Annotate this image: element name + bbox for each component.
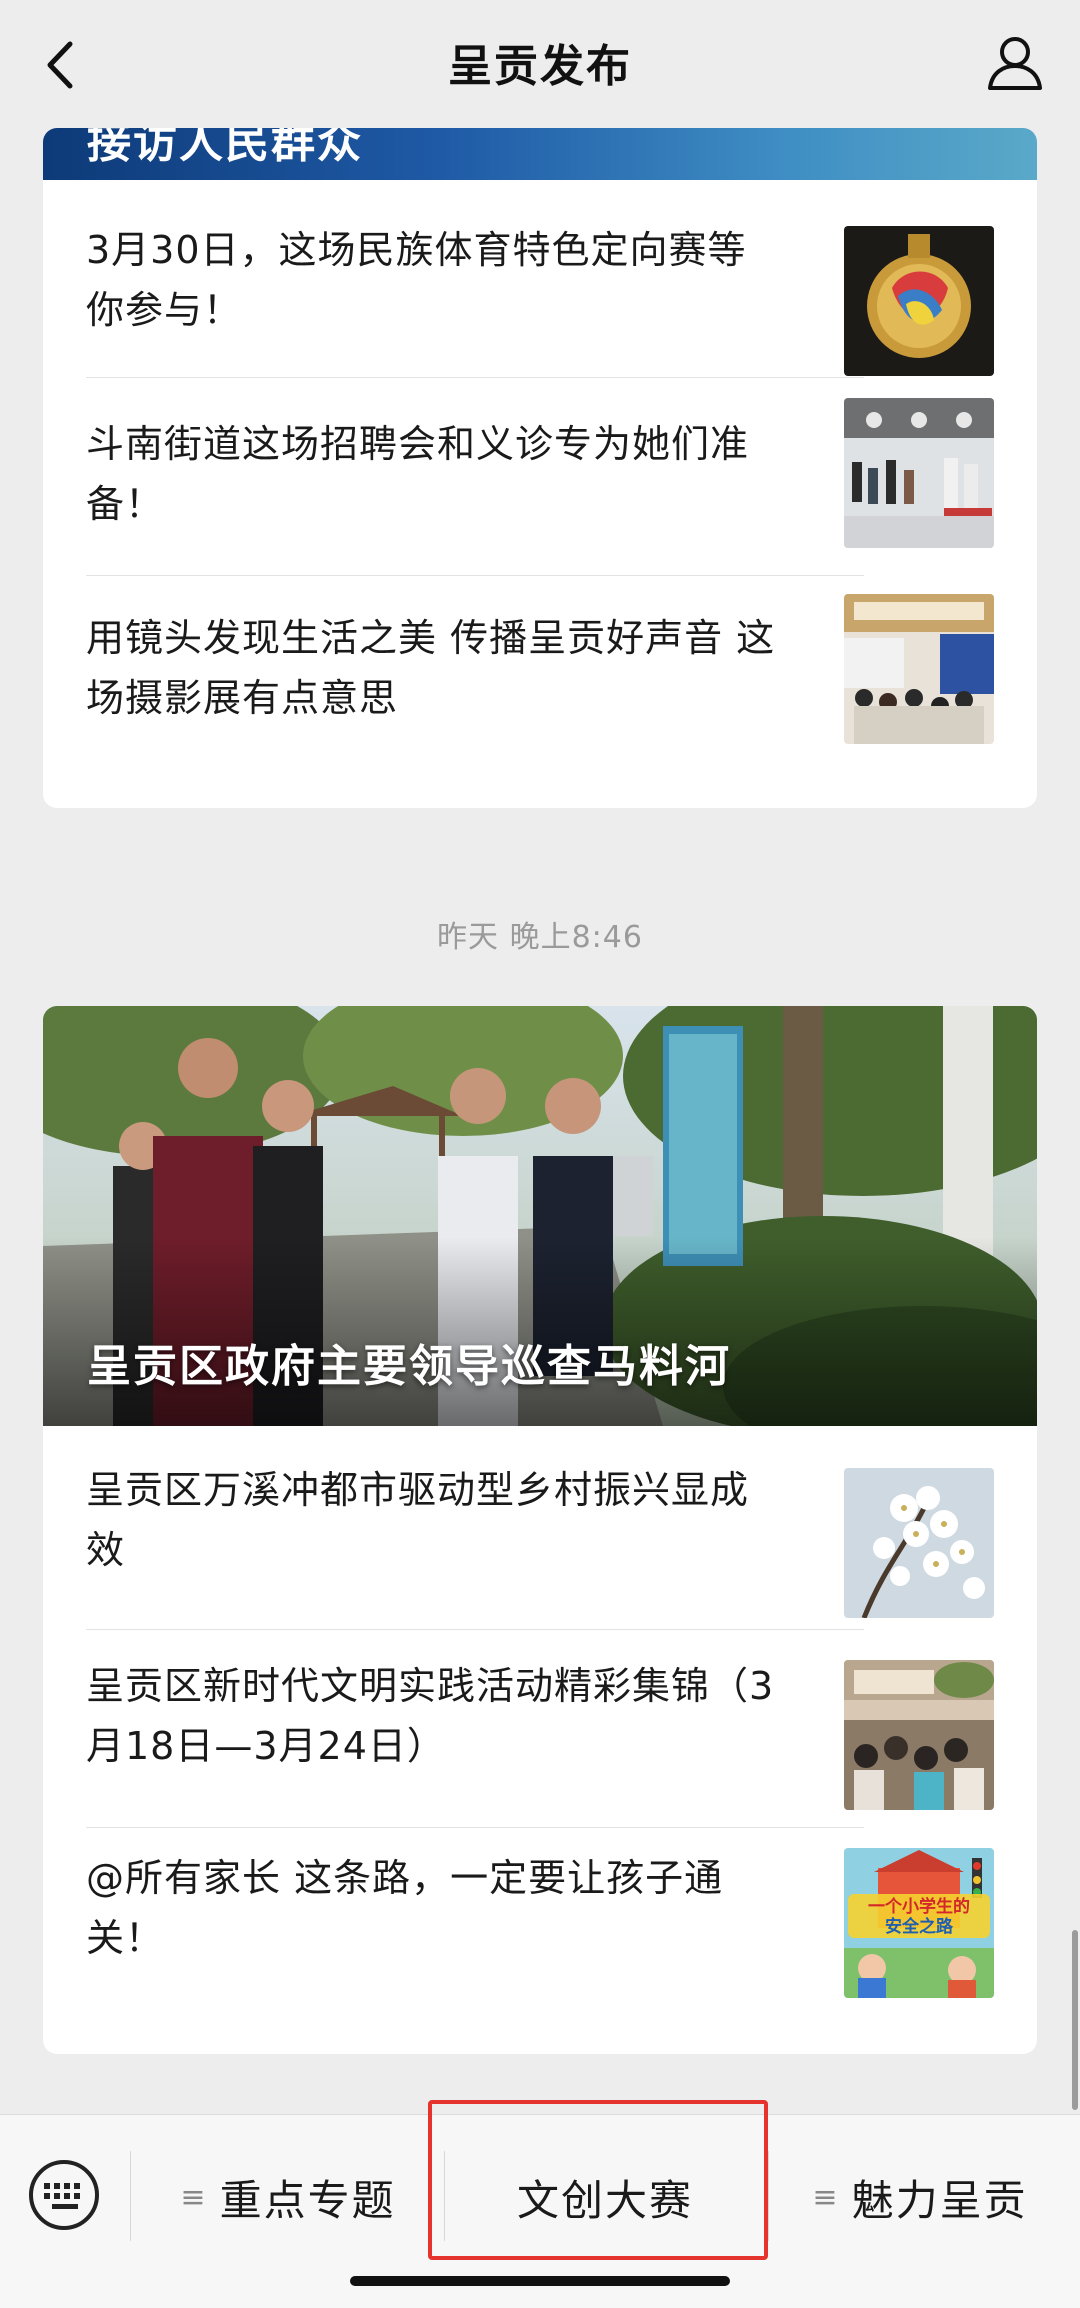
article-title: @所有家长 这条路，一定要让孩子通 关！ [86,1856,724,1960]
cover-banner[interactable]: 接访人民群众 [43,128,1037,180]
menu-lines-icon: ≡ [180,2179,206,2215]
svg-text:安全之路: 安全之路 [885,1916,954,1937]
article-item[interactable]: 3月30日，这场民族体育特色定向赛等 你参与！ [86,180,994,378]
menu-item-label: 魅力呈贡 [851,2175,1028,2225]
menu-item-charm-chenggong[interactable]: ≡ 魅力呈贡 [770,2155,1070,2239]
article-thumbnail [844,226,994,376]
cover-article[interactable]: 呈贡区政府主要领导巡查马料河 [43,1006,1037,1426]
menu-lines-icon: ≡ [812,2179,838,2215]
menu-item-key-topics[interactable]: ≡ 重点专题 [140,2155,436,2239]
article-title: 呈贡区新时代文明实践活动精彩集锦（3 月18日—3月24日） [86,1664,775,1768]
article-title: 斗南街道这场招聘会和义诊专为她们准 备！ [86,422,750,526]
article-item[interactable]: 斗南街道这场招聘会和义诊专为她们准 备！ [86,376,994,576]
svg-text:一个小学生的: 一个小学生的 [868,1896,970,1917]
home-indicator [350,2276,730,2286]
user-icon [988,37,1042,90]
article-item[interactable]: 用镜头发现生活之美 传播呈贡好声音 这 场摄影展有点意思 [86,574,994,770]
cover-article-title: 呈贡区政府主要领导巡查马料河 [87,1341,731,1392]
keyboard-toggle-button[interactable] [26,2157,102,2233]
message-timestamp: 昨天 晚上8:46 [437,920,643,955]
page-title: 呈贡发布 [448,41,632,92]
cover-banner-title: 接访人民群众 [87,128,363,168]
keyboard-icon [29,2160,99,2230]
profile-button[interactable] [982,30,1048,96]
article-title: 用镜头发现生活之美 传播呈贡好声音 这 场摄影展有点意思 [86,616,776,720]
menu-separator [768,2151,769,2241]
article-item[interactable]: @所有家长 这条路，一定要让孩子通 关！ 一个小学生的 安全之路 [86,1826,994,2022]
article-title: 呈贡区万溪冲都市驱动型乡村振兴显成 效 [86,1468,750,1572]
article-group-card: 呈贡区政府主要领导巡查马料河 呈贡区万溪冲都市驱动型乡村振兴显成 效 呈贡区新时… [43,1006,1037,2054]
article-thumbnail [844,398,994,548]
article-item[interactable]: 呈贡区新时代文明实践活动精彩集锦（3 月18日—3月24日） [86,1630,994,1828]
menu-item-label: 重点专题 [219,2175,396,2225]
article-thumbnail [844,1468,994,1618]
highlight-box [428,2100,768,2260]
top-nav-bar: 呈贡发布 [0,0,1080,128]
article-thumbnail: 一个小学生的 安全之路 [844,1848,994,1998]
article-thumbnail [844,1660,994,1810]
scrollbar[interactable] [1072,1930,1078,2110]
article-title: 3月30日，这场民族体育特色定向赛等 你参与！ [86,228,747,332]
article-thumbnail [844,594,994,744]
article-group-card: 接访人民群众 3月30日，这场民族体育特色定向赛等 你参与！ 斗南街道这场招聘会… [43,128,1037,808]
menu-separator [130,2151,131,2241]
article-item[interactable]: 呈贡区万溪冲都市驱动型乡村振兴显成 效 [86,1426,994,1630]
